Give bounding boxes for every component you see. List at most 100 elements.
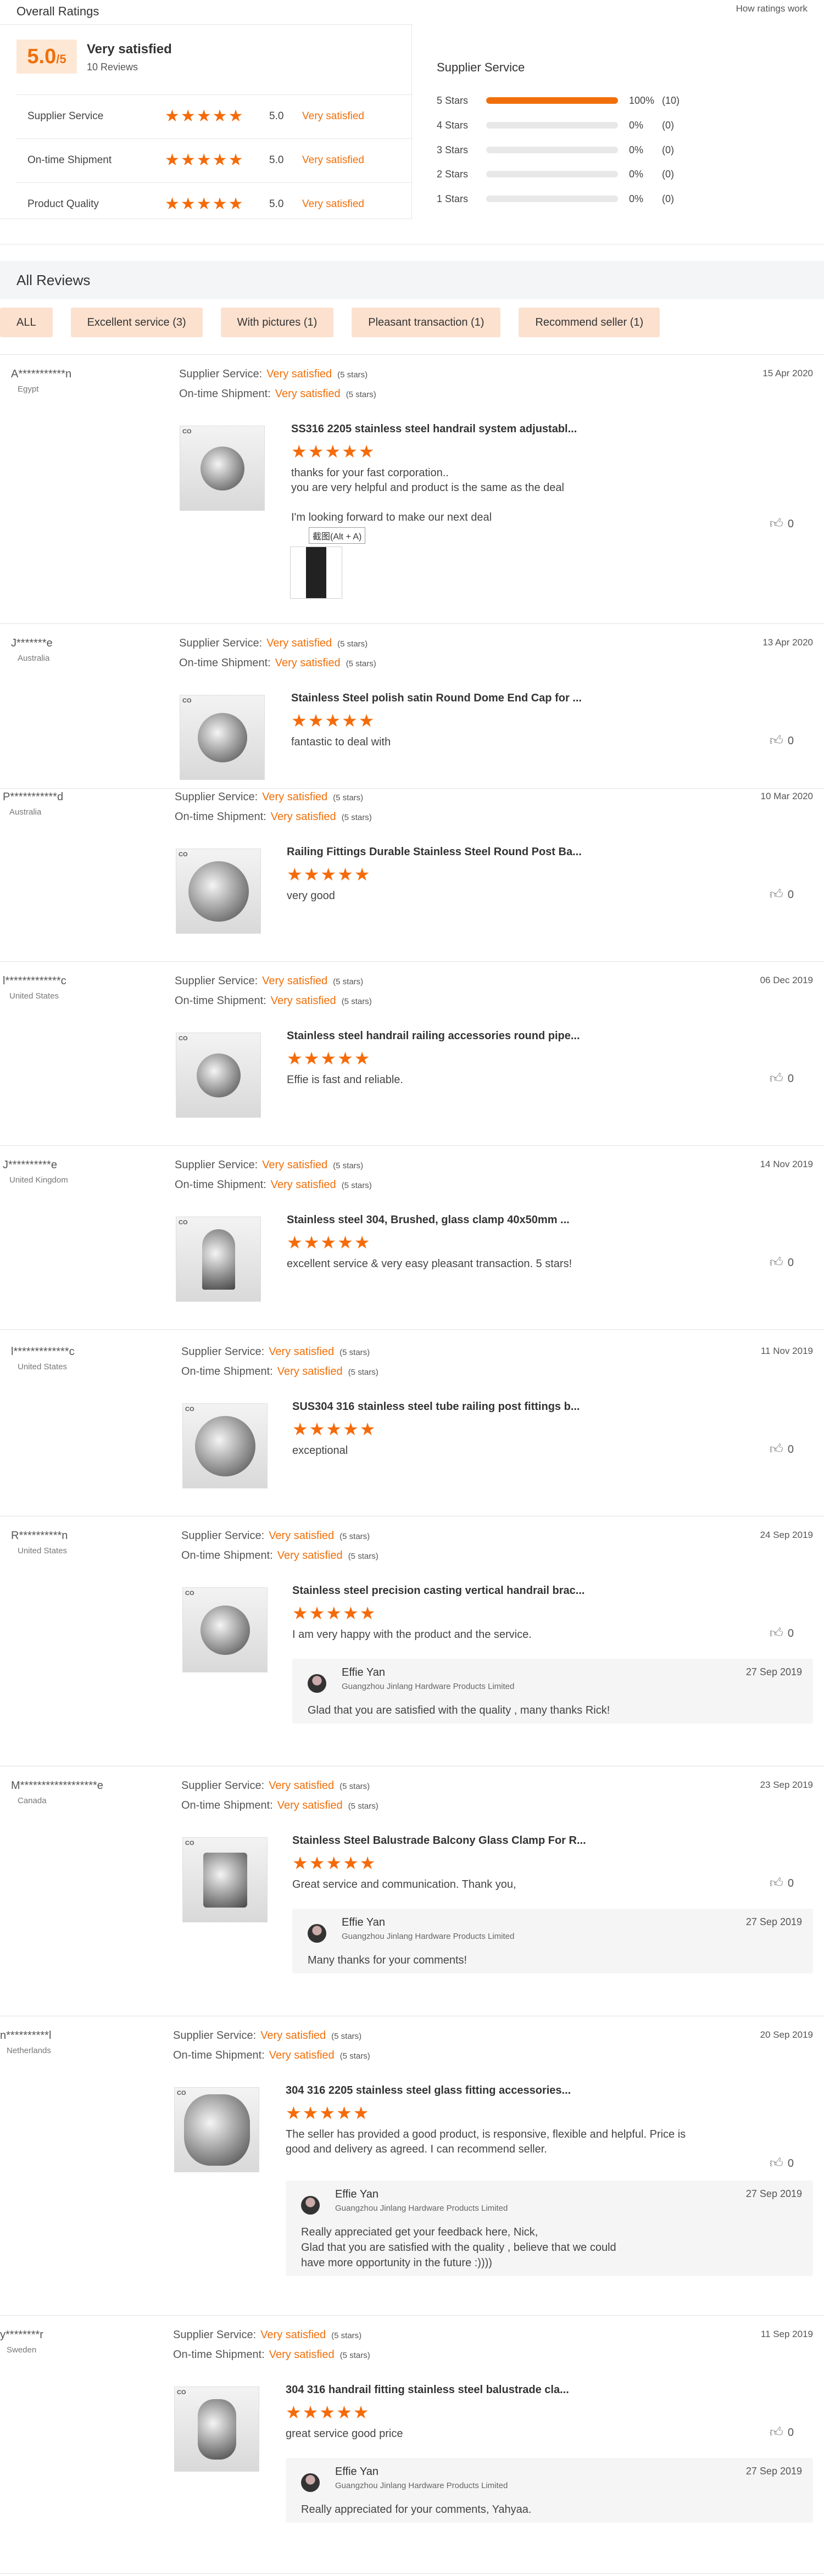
star-level-label: 1 Stars (437, 193, 469, 204)
like-count: 0 (787, 2157, 794, 2170)
product-thumbnail[interactable]: CO (174, 2087, 259, 2172)
product-thumbnail[interactable]: CO (180, 695, 265, 780)
filter-recommend-seller[interactable]: Recommend seller (1) (519, 308, 660, 337)
product-title-link[interactable]: SUS304 316 stainless steel tube railing … (292, 1401, 580, 1413)
like-count: 0 (787, 1877, 794, 1889)
like-button[interactable]: 👍︎ 0 (770, 2425, 794, 2440)
screenshot-tooltip: 截图(Alt + A) (309, 527, 366, 544)
product-thumbnail[interactable]: CO (176, 849, 261, 934)
product-title-link[interactable]: 304 316 handrail fitting stainless steel… (286, 2384, 569, 2396)
product-title-link[interactable]: Stainless steel precision casting vertic… (292, 1585, 584, 1597)
buyer-country: Egypt (18, 384, 39, 394)
distribution-bar-track (486, 97, 618, 104)
review-stars: ★★★★★ (286, 2402, 370, 2422)
thumbs-up-icon: 👍︎ (769, 733, 783, 748)
on-time-shipment-rating: On-time Shipment: Very satisfied (5 stars) (175, 811, 372, 823)
supplier-service-title: Supplier Service (437, 60, 525, 74)
review-date: 11 Sep 2019 (760, 2329, 813, 2339)
rating-value: Very satisfied (262, 975, 328, 987)
rating-stars-text: (5 stars) (339, 2051, 370, 2061)
product-title-link[interactable]: Stainless Steel Balustrade Balcony Glass… (292, 1835, 586, 1847)
like-count: 0 (787, 734, 794, 747)
review-text-line: good and delivery as agreed. I can recom… (286, 2143, 547, 2155)
buyer-country: Australia (18, 654, 50, 663)
product-thumbnail[interactable]: CO (182, 1403, 268, 1488)
review-text-line: I'm looking forward to make our next dea… (291, 511, 492, 523)
like-button[interactable]: 👍︎ 0 (770, 733, 794, 749)
distribution-count: (10) (662, 94, 680, 106)
review-stars: ★★★★★ (287, 865, 371, 884)
how-ratings-work-link[interactable]: How ratings work (736, 3, 808, 14)
reply-date: 27 Sep 2019 (745, 2466, 802, 2477)
criterion-label: Very satisfied (302, 110, 364, 122)
like-button[interactable]: 👍︎ 0 (770, 1876, 794, 1891)
distribution-bar-track (486, 122, 618, 129)
on-time-shipment-rating: On-time Shipment: Very satisfied (5 stars) (179, 657, 376, 670)
product-thumbnail[interactable]: CO (176, 1033, 261, 1118)
product-thumbnail[interactable]: CO (174, 2387, 259, 2472)
like-button[interactable]: 👍︎ 0 (770, 1071, 794, 1086)
distribution-bar-fill (486, 97, 618, 104)
supplier-service-rating: Supplier Service: Very satisfied (5 stars) (179, 637, 368, 650)
criterion-stars: ★★★★★ (165, 195, 244, 213)
product-thumbnail[interactable]: CO (182, 1837, 268, 1922)
like-button[interactable]: 👍︎ 0 (770, 1442, 794, 1457)
thumbs-up-icon: 👍︎ (769, 1071, 783, 1086)
divider (0, 2573, 824, 2574)
filter-excellent-service[interactable]: Excellent service (3) (70, 308, 203, 337)
filter-pleasant-transaction[interactable]: Pleasant transaction (1) (352, 308, 501, 337)
rating-label: Supplier Service: (181, 1346, 265, 1358)
like-button[interactable]: 👍︎ 0 (770, 2156, 794, 2171)
filter-all[interactable]: ALL (0, 308, 53, 337)
criterion-label: Very satisfied (302, 154, 364, 166)
supplier-service-rating: Supplier Service: Very satisfied (5 stars) (175, 791, 363, 804)
product-title-link[interactable]: Stainless Steel polish satin Round Dome … (291, 692, 582, 705)
like-button[interactable]: 👍︎ 0 (770, 1626, 794, 1641)
review-date: 20 Sep 2019 (760, 2029, 813, 2040)
supplier-service-rating: Supplier Service: Very satisfied (5 stars) (181, 1346, 370, 1358)
product-thumbnail[interactable]: CO (180, 426, 265, 511)
review-text-line: thanks for your fast corporation.. (291, 467, 449, 479)
seller-company: Guangzhou Jinlang Hardware Products Limi… (342, 1932, 515, 1941)
rating-value: Very satisfied (262, 1159, 328, 1171)
criterion-row: Product Quality ★★★★★ 5.0 Very satisfied (16, 182, 412, 225)
supplier-service-rating: Supplier Service: Very satisfied (5 stars) (175, 1159, 363, 1172)
rating-label: On-time Shipment: (175, 995, 266, 1007)
rating-value: Very satisfied (270, 1179, 336, 1191)
all-reviews-header: All Reviews (0, 261, 824, 299)
distribution-bar-track (486, 147, 618, 153)
product-thumbnail[interactable]: CO (176, 1217, 261, 1302)
buyer-name: A***********n (11, 368, 72, 380)
product-title-link[interactable]: Stainless steel handrail railing accesso… (287, 1030, 580, 1042)
supplier-service-rating: Supplier Service: Very satisfied (5 stars) (175, 975, 363, 988)
rating-label: On-time Shipment: (173, 2349, 265, 2361)
rating-value: Very satisfied (269, 2049, 335, 2061)
filter-with-pictures[interactable]: With pictures (1) (220, 308, 334, 337)
divider (0, 961, 824, 962)
star-distribution-row: 4 Stars 0% (0) (437, 117, 674, 133)
review-date: 06 Dec 2019 (760, 975, 813, 985)
like-button[interactable]: 👍︎ 0 (770, 516, 794, 532)
rating-label: Supplier Service: (175, 1159, 258, 1171)
product-title-link[interactable]: Railing Fittings Durable Stainless Steel… (287, 846, 582, 858)
product-title-link[interactable]: Stainless steel 304, Brushed, glass clam… (287, 1214, 570, 1226)
review-date: 15 Apr 2020 (762, 368, 813, 378)
like-button[interactable]: 👍︎ 0 (770, 887, 794, 902)
review-photo[interactable] (290, 547, 342, 599)
rating-label: On-time Shipment: (173, 2049, 265, 2061)
like-button[interactable]: 👍︎ 0 (770, 1255, 794, 1270)
rating-label: On-time Shipment: (175, 1179, 266, 1191)
rating-value: Very satisfied (262, 791, 328, 803)
review-text-line: exceptional (292, 1445, 348, 1457)
rating-value: Very satisfied (260, 2029, 326, 2042)
distribution-bar-track (486, 196, 618, 202)
rating-value: Very satisfied (266, 368, 332, 380)
product-title-link[interactable]: 304 316 2205 stainless steel glass fitti… (286, 2084, 571, 2097)
product-thumbnail[interactable]: CO (182, 1587, 268, 1672)
reply-text-line: have more opportunity in the future :)))… (301, 2257, 492, 2269)
rating-value: Very satisfied (266, 637, 332, 649)
criterion-stars: ★★★★★ (165, 107, 244, 125)
product-title-link[interactable]: SS316 2205 stainless steel handrail syst… (291, 423, 577, 436)
review-date: 24 Sep 2019 (760, 1530, 813, 1540)
like-count: 0 (787, 1443, 794, 1456)
